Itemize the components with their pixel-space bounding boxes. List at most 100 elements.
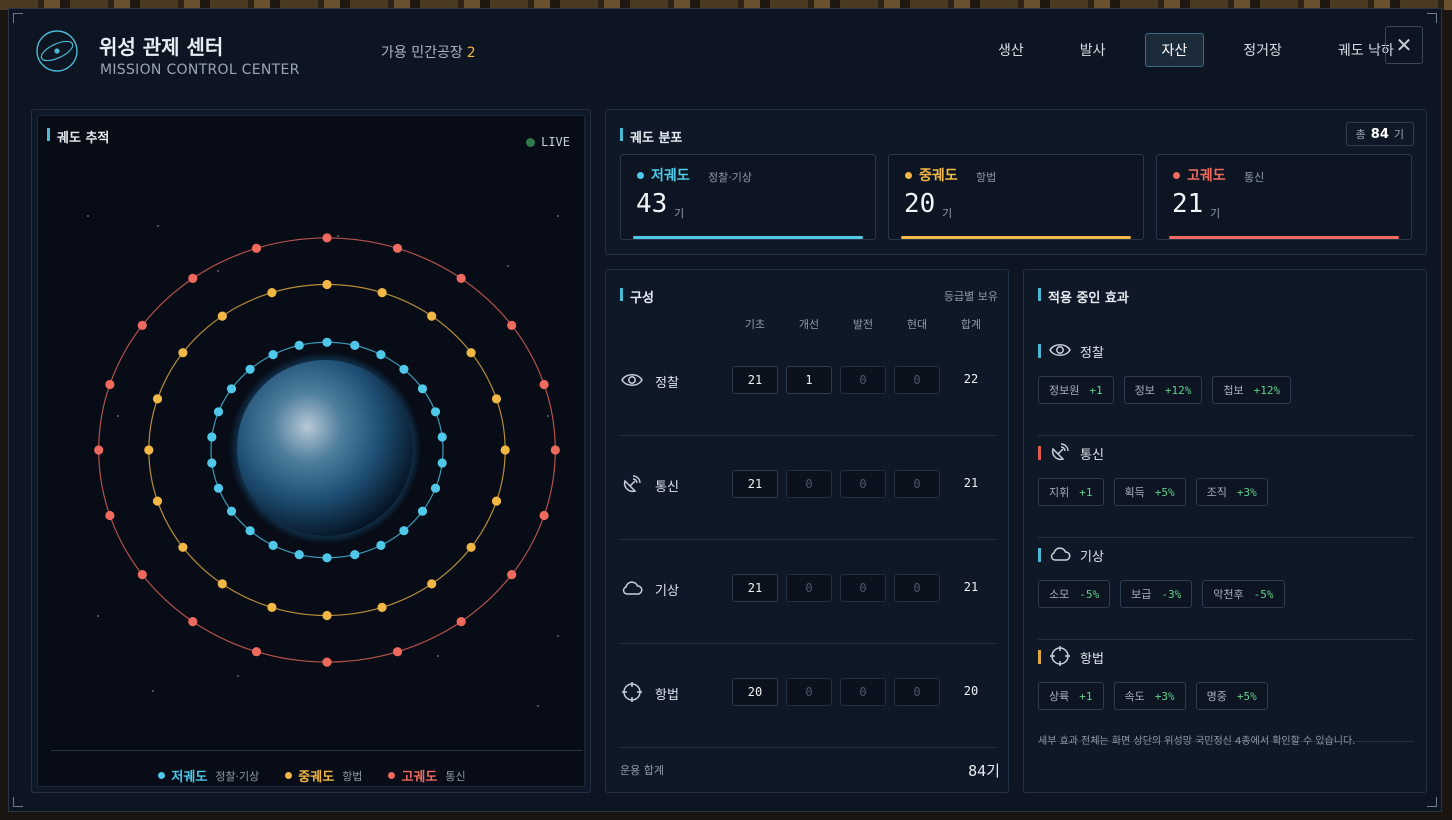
high-orbit-satellite	[456, 617, 466, 627]
star	[217, 270, 219, 272]
low-orbit-satellite	[399, 526, 409, 536]
high-orbit-satellite	[392, 243, 403, 253]
high-orbit-satellite	[539, 510, 549, 521]
tab-launch[interactable]: 발사	[1063, 33, 1123, 67]
legend-role: 정찰·기상	[215, 769, 260, 783]
low-orbit-satellite	[207, 458, 217, 468]
row-label: 기상	[655, 584, 679, 599]
effect-name: 악천후	[1213, 588, 1244, 601]
low-orbit-satellite	[294, 550, 304, 560]
column-header: 합계	[960, 318, 982, 331]
legend-role: 항법	[342, 769, 363, 783]
effect-name: 속도	[1124, 690, 1145, 703]
effect-section-1: 통신 지휘 +1 획득 +5% 조직 +3%	[1038, 436, 1414, 538]
effect-value: +1	[1089, 383, 1103, 397]
grade-count-cell: 0	[894, 574, 940, 602]
crosshair-icon	[620, 680, 644, 704]
mid-orbit-satellite	[322, 610, 332, 621]
corner-mark	[1427, 797, 1437, 807]
effect-section-2: 기상 소모 -5% 보급 -3% 악천후 -5%	[1038, 538, 1414, 640]
low-orbit-satellite	[245, 526, 255, 536]
effect-chips: 상륙 +1 속도 +3% 명중 +5%	[1038, 682, 1268, 710]
effect-chip: 조직 +3%	[1195, 478, 1268, 506]
page-title: 위성 관제 센터	[99, 35, 224, 59]
composition-panel: 구성 등급별 보유 기초 개선 발전 현대 합계 정찰 21 1 0 0 22 통신 21 0 0…	[605, 269, 1009, 793]
orbit-role: 정찰·기상	[708, 171, 752, 184]
close-button[interactable]: ✕	[1385, 26, 1423, 64]
orbit-view: 궤도 추적 LIVE 저궤도 정찰·기상 중궤도 항법 고궤도 통신	[37, 115, 585, 787]
orbit-card: 고궤도 통신 21 기	[1156, 154, 1412, 240]
high-orbit-satellite	[251, 243, 262, 253]
distribution-title: 궤도 분포	[620, 127, 682, 146]
star	[557, 635, 559, 637]
effect-name: 획득	[1124, 486, 1145, 499]
star	[537, 705, 539, 707]
effect-value: +12%	[1253, 383, 1281, 397]
mid-orbit-satellite	[267, 288, 277, 298]
composition-row: 항법 20 0 0 0 20	[620, 644, 996, 748]
grade-count-cell: 21	[732, 574, 778, 602]
orbit-name: 고궤도	[1187, 168, 1226, 184]
mid-orbit-satellite	[217, 311, 227, 321]
high-orbit-satellite	[188, 617, 198, 627]
orbit-unit: 기	[942, 207, 953, 220]
grade-count-cell: 0	[894, 470, 940, 498]
composition-note: 등급별 보유	[943, 290, 998, 303]
mid-orbit-satellite	[491, 496, 502, 506]
grade-count-cell: 21	[732, 366, 778, 394]
effect-name: 상륙	[1049, 690, 1070, 703]
satellite-logo-icon	[36, 30, 78, 72]
mid-orbit-satellite	[178, 348, 188, 358]
legend-name: 저궤도	[171, 770, 208, 785]
operating-total-value: 84기	[968, 762, 1000, 780]
star	[437, 655, 439, 657]
row-total: 21	[963, 476, 979, 490]
legend-role: 통신	[445, 769, 466, 783]
effect-value: +12%	[1164, 383, 1192, 397]
mid-orbit-satellite	[427, 579, 437, 589]
legend-dot	[158, 772, 166, 779]
composition-row: 기상 21 0 0 0 21	[620, 540, 996, 644]
satellite-dish-icon	[620, 472, 644, 496]
low-orbit-satellite	[268, 540, 278, 550]
effects-note: 세부 효과 전체는 화면 상단의 위성망 국민정신 4종에서 확인할 수 있습니…	[1038, 736, 1356, 747]
section-accent	[1038, 548, 1041, 562]
low-orbit-satellite	[213, 483, 224, 493]
section-name: 기상	[1080, 550, 1104, 565]
active-effects-panel: 적용 중인 효과 정찰 정보원 +1 정보 +12% 첩보 +12% 통신 지휘 +1 획득 +5% 조…	[1023, 269, 1427, 793]
legend-name: 중궤도	[298, 770, 335, 785]
tab-station[interactable]: 정거장	[1226, 33, 1299, 67]
high-orbit-satellite	[456, 273, 466, 283]
grade-count-cell: 20	[732, 678, 778, 706]
mid-orbit-satellite	[152, 394, 163, 404]
high-orbit-satellite	[137, 570, 147, 580]
effect-value: +3%	[1236, 485, 1257, 499]
low-orbit-satellite	[437, 432, 447, 442]
section-name: 항법	[1080, 652, 1104, 667]
row-label: 항법	[655, 688, 679, 703]
orbit-bar	[1169, 236, 1399, 239]
high-orbit-satellite	[392, 647, 403, 657]
effect-name: 지휘	[1049, 486, 1070, 499]
cloud-icon	[1048, 542, 1072, 566]
orbit-unit: 기	[1210, 207, 1221, 220]
mid-orbit-satellite	[152, 496, 163, 506]
section-accent	[1038, 650, 1041, 664]
section-accent	[1038, 344, 1041, 358]
grade-count-cell: 0	[786, 574, 832, 602]
legend-dot	[388, 772, 396, 779]
legend-dot	[285, 772, 293, 779]
star	[157, 225, 159, 227]
tab-production[interactable]: 생산	[981, 33, 1041, 67]
high-orbit-satellite	[322, 233, 332, 243]
mid-orbit-satellite	[322, 279, 332, 290]
section-accent	[1038, 446, 1041, 460]
orbit-bar	[633, 236, 863, 239]
mission-control-window: 위성 관제 센터 MISSION CONTROL CENTER 가용 민간공장 2…	[8, 8, 1442, 812]
effect-chip: 보급 -3%	[1120, 580, 1193, 608]
tab-assets[interactable]: 자산	[1144, 33, 1205, 67]
effect-chip: 지휘 +1	[1038, 478, 1104, 506]
effect-value: -5%	[1079, 587, 1100, 601]
factory-label: 가용 민간공장	[381, 45, 463, 61]
grade-count-cell: 0	[894, 678, 940, 706]
